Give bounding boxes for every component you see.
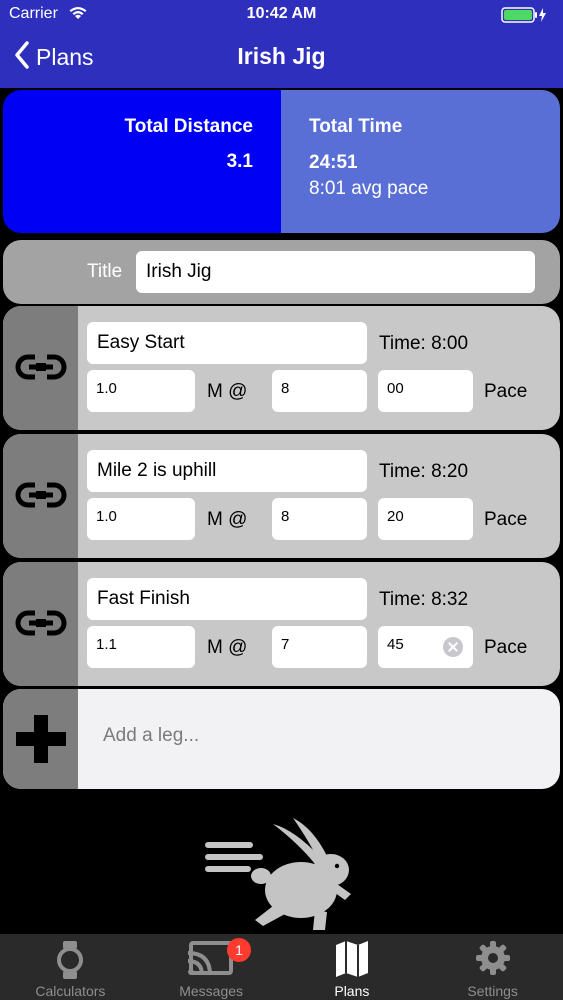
title-label: Title <box>87 261 123 282</box>
tab-bar: Calculators Messages Plans Settings <box>0 934 563 1000</box>
leg-time: Time: 8:32 <box>379 589 469 610</box>
leg-name-input[interactable]: Fast Finish <box>87 578 367 620</box>
add-leg-placeholder: Add a leg... <box>103 725 200 746</box>
watch-icon <box>56 941 84 984</box>
leg-time: Time: 8:20 <box>379 461 469 482</box>
gear-icon <box>475 941 510 980</box>
total-distance-value: 3.1 <box>226 151 253 172</box>
summary-card: Total Distance 3.1 Total Time 24:51 8:01… <box>3 90 560 233</box>
map-icon <box>335 941 369 982</box>
leg-card: Easy Start Time: 8:00 1.0 M @ 8 00 Pace <box>3 306 560 430</box>
tab-label: Messages <box>179 983 244 999</box>
leg-name-input[interactable]: Easy Start <box>87 322 367 364</box>
leg-handle <box>3 434 78 558</box>
leg-distance-input[interactable]: 1.1 <box>87 626 195 668</box>
rabbit-logo-icon <box>203 818 363 938</box>
page-title: Irish Jig <box>237 43 326 69</box>
tab-label: Calculators <box>35 983 106 999</box>
avg-pace-value: 8:01 avg pace <box>309 178 429 199</box>
tab-plans[interactable]: Plans <box>282 934 423 1000</box>
leg-pace-label: Pace <box>484 509 528 530</box>
leg-pace-seconds-input[interactable]: 20 <box>378 498 473 540</box>
leg-name-input[interactable]: Mile 2 is uphill <box>87 450 367 492</box>
add-leg-button[interactable]: Add a leg... <box>3 689 560 789</box>
leg-unit-label: M @ <box>207 637 248 658</box>
leg-unit-label: M @ <box>207 509 248 530</box>
link-icon[interactable] <box>15 354 67 380</box>
clear-icon[interactable] <box>443 637 463 657</box>
leg-pace-label: Pace <box>484 637 528 658</box>
plus-icon <box>16 715 66 763</box>
total-distance-panel: Total Distance 3.1 <box>3 90 281 233</box>
leg-pace-label: Pace <box>484 381 528 402</box>
leg-pace-minutes-input[interactable]: 8 <box>272 370 367 412</box>
leg-card: Fast Finish Time: 8:32 1.1 M @ 7 45 Pace <box>3 562 560 686</box>
link-icon[interactable] <box>15 482 67 508</box>
total-time-panel: Total Time 24:51 8:01 avg pace <box>281 90 560 233</box>
link-icon[interactable] <box>15 610 67 636</box>
tab-label: Settings <box>467 983 518 999</box>
messages-badge: 1 <box>227 938 251 962</box>
title-input[interactable]: Irish Jig <box>136 251 535 293</box>
tab-messages[interactable]: Messages <box>141 934 282 1000</box>
leg-pace-minutes-input[interactable]: 7 <box>272 626 367 668</box>
battery-icon <box>501 7 549 28</box>
title-row: Title Irish Jig <box>3 240 560 304</box>
clock: 10:42 AM <box>246 5 317 22</box>
leg-pace-seconds-input[interactable]: 00 <box>378 370 473 412</box>
total-time-label: Total Time <box>309 116 403 137</box>
leg-handle <box>3 562 78 686</box>
leg-distance-input[interactable]: 1.0 <box>87 370 195 412</box>
leg-time: Time: 8:00 <box>379 333 469 354</box>
leg-unit-label: M @ <box>207 381 248 402</box>
leg-handle <box>3 306 78 430</box>
tab-label: Plans <box>334 983 370 999</box>
tab-calculators[interactable]: Calculators <box>0 934 141 1000</box>
leg-distance-input[interactable]: 1.0 <box>87 498 195 540</box>
leg-card: Mile 2 is uphill Time: 8:20 1.0 M @ 8 20… <box>3 434 560 558</box>
nav-bar: Plans Irish Jig <box>0 30 563 88</box>
leg-pace-minutes-input[interactable]: 8 <box>272 498 367 540</box>
total-distance-label: Total Distance <box>124 116 253 137</box>
tab-settings[interactable]: Settings <box>422 934 563 1000</box>
status-bar: Carrier 10:42 AM <box>0 0 563 30</box>
add-leg-handle <box>3 689 78 789</box>
total-time-value: 24:51 <box>309 152 358 173</box>
